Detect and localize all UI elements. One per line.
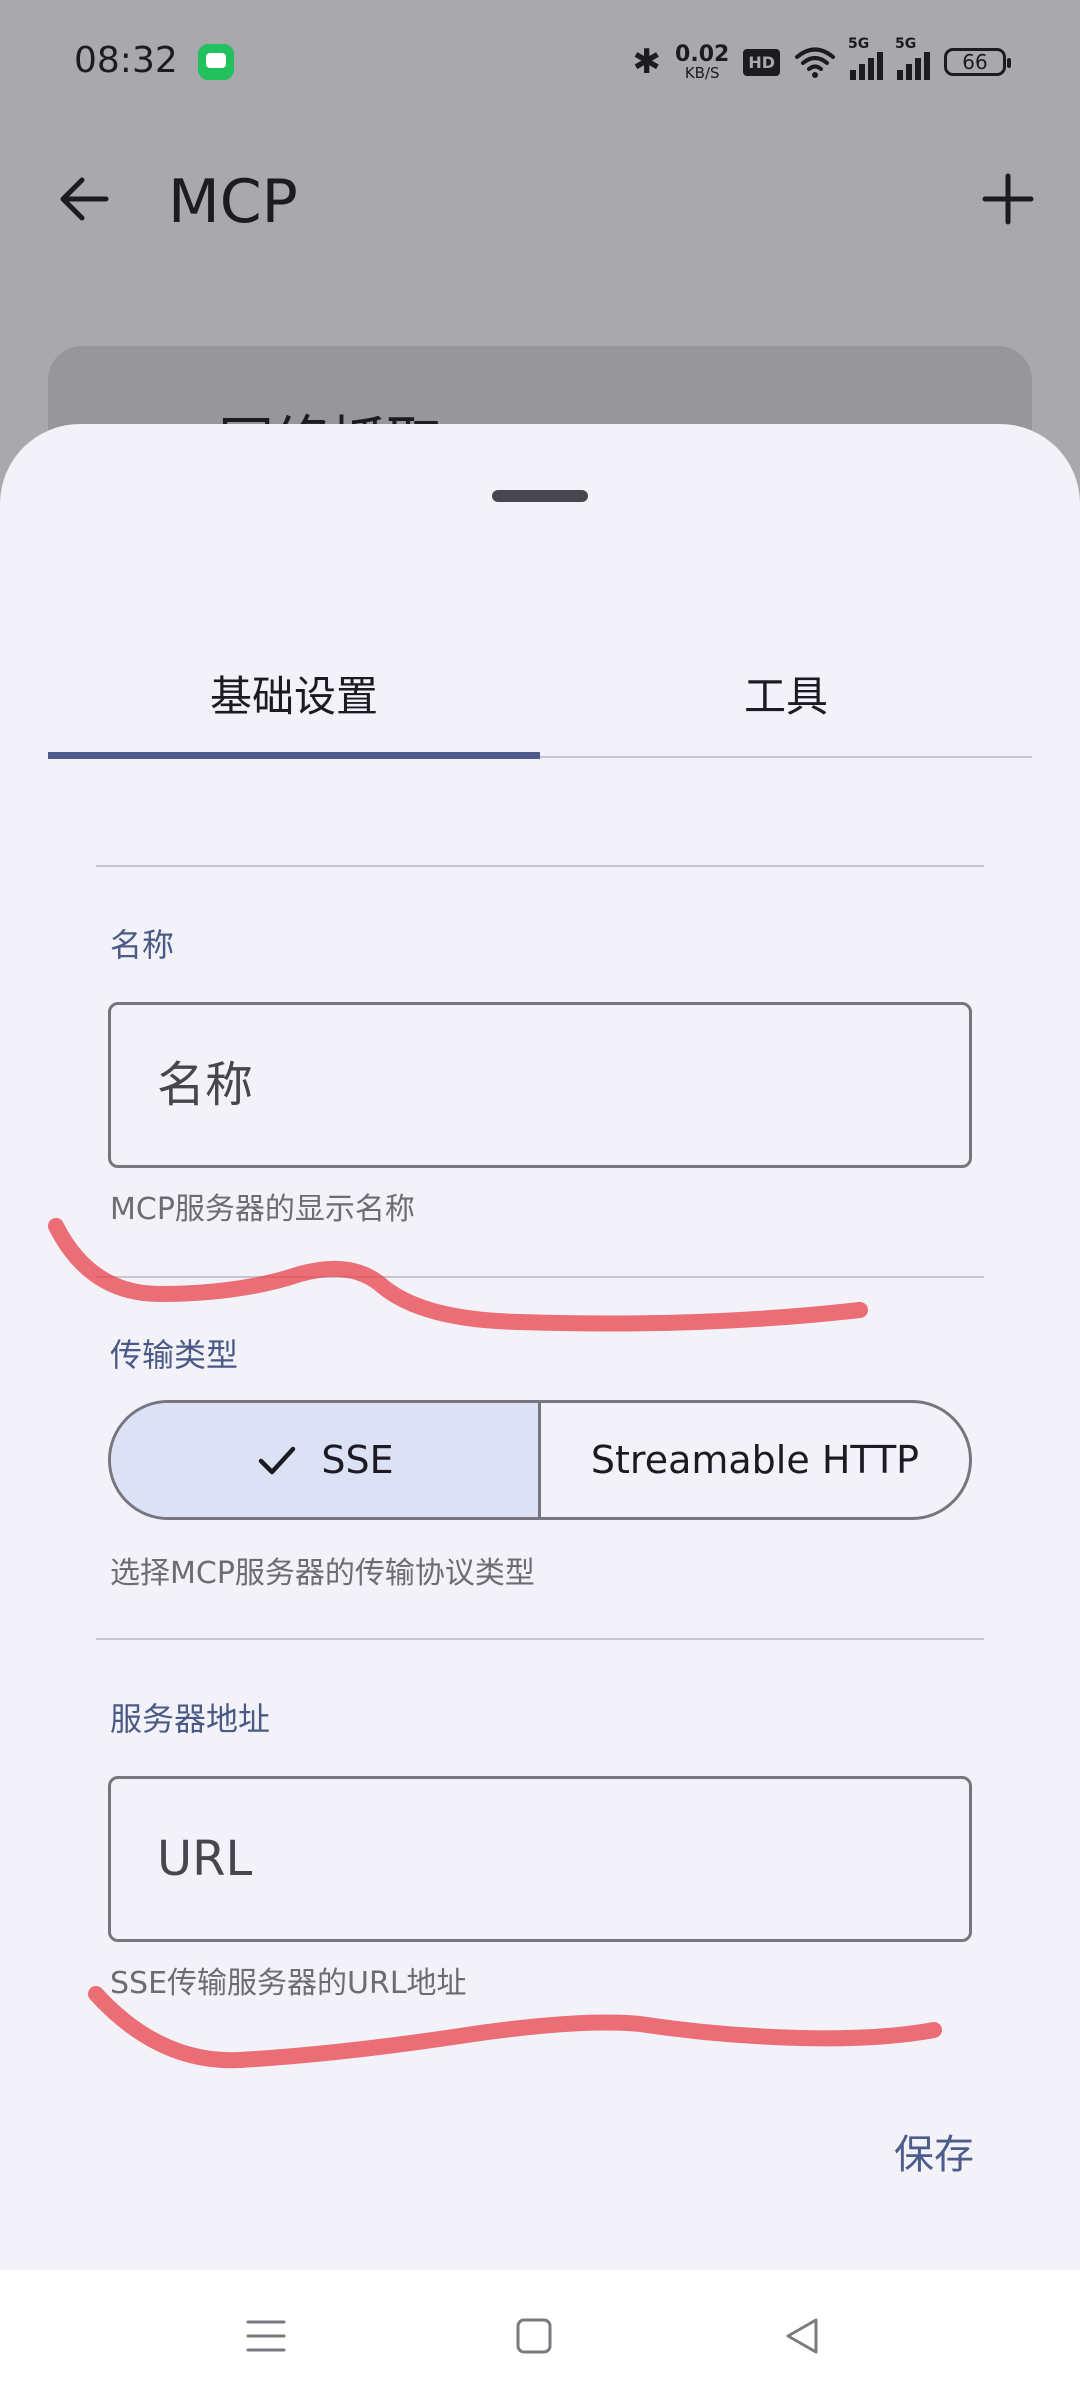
network-speed-value: 0.02: [675, 41, 730, 67]
hd-icon: HD: [743, 48, 780, 76]
name-helper-text: MCP服务器的显示名称: [110, 1192, 415, 1227]
tab-bar: 基础设置 工具: [48, 634, 1032, 759]
transport-option-streamable-http[interactable]: Streamable HTTP: [541, 1403, 969, 1517]
save-button[interactable]: 保存: [884, 2116, 984, 2186]
bluetooth-icon: ✱: [632, 42, 662, 82]
divider: [96, 865, 984, 867]
page-title: MCP: [168, 167, 298, 237]
menu-icon: [246, 2320, 286, 2352]
battery-level: 66: [962, 50, 988, 74]
name-field[interactable]: [108, 1002, 972, 1168]
bottom-sheet: 基础设置 工具 名称 MCP服务器的显示名称 传输类型 SSE Streamab…: [0, 424, 1080, 2270]
add-server-button[interactable]: [972, 163, 1044, 235]
check-icon: [259, 1446, 296, 1475]
home-square-icon: [516, 2318, 552, 2354]
server-url-label: 服务器地址: [110, 1700, 271, 1738]
url-input[interactable]: [157, 1779, 937, 1939]
arrow-left-icon: [60, 177, 109, 221]
network-speed-unit: KB/S: [684, 63, 720, 82]
tab-basic-settings[interactable]: 基础设置: [48, 634, 540, 752]
tab-label: 基础设置: [209, 671, 378, 721]
tab-label: 工具: [743, 671, 828, 721]
signal-label: 5G: [848, 36, 870, 52]
transport-option-sse[interactable]: SSE: [111, 1403, 541, 1517]
cell-signal-icon: 5G: [848, 36, 883, 80]
back-triangle-icon: [786, 2318, 818, 2354]
divider: [96, 1276, 984, 1278]
name-field-label: 名称: [110, 926, 175, 964]
segment-label: SSE: [321, 1438, 394, 1482]
message-app-icon: [198, 44, 234, 80]
cell-signal-icon: 5G: [895, 36, 930, 80]
save-label: 保存: [894, 2132, 974, 2178]
network-speed: 0.02 KB/S: [675, 41, 730, 82]
app-bar: MCP: [0, 125, 1080, 275]
plus-icon: [982, 173, 1034, 225]
nav-home-button[interactable]: [494, 2296, 574, 2376]
status-bar: 08:32 ✱ 0.02 KB/S HD 5G 5G 66: [0, 0, 1080, 125]
signal-label: 5G: [895, 36, 917, 52]
url-field[interactable]: [108, 1776, 972, 1942]
drag-handle[interactable]: [492, 490, 588, 502]
divider: [96, 1638, 984, 1640]
tab-tools[interactable]: 工具: [540, 634, 1032, 752]
name-input[interactable]: [157, 1005, 937, 1165]
transport-type-selector: SSE Streamable HTTP: [108, 1400, 972, 1520]
status-time: 08:32: [74, 40, 178, 81]
system-navigation-bar: [0, 2270, 1080, 2400]
battery-icon: 66: [944, 48, 1011, 76]
back-button[interactable]: [48, 163, 120, 235]
transport-helper-text: 选择MCP服务器的传输协议类型: [110, 1556, 535, 1591]
wifi-icon: [795, 47, 835, 78]
url-helper-text: SSE传输服务器的URL地址: [110, 1966, 467, 2001]
tab-indicator: [48, 752, 540, 759]
nav-back-button[interactable]: [762, 2296, 842, 2376]
transport-type-label: 传输类型: [110, 1336, 239, 1374]
status-indicators: ✱ 0.02 KB/S HD 5G 5G 66: [632, 36, 1011, 88]
segment-label: Streamable HTTP: [590, 1438, 920, 1482]
nav-recents-button[interactable]: [226, 2296, 306, 2376]
